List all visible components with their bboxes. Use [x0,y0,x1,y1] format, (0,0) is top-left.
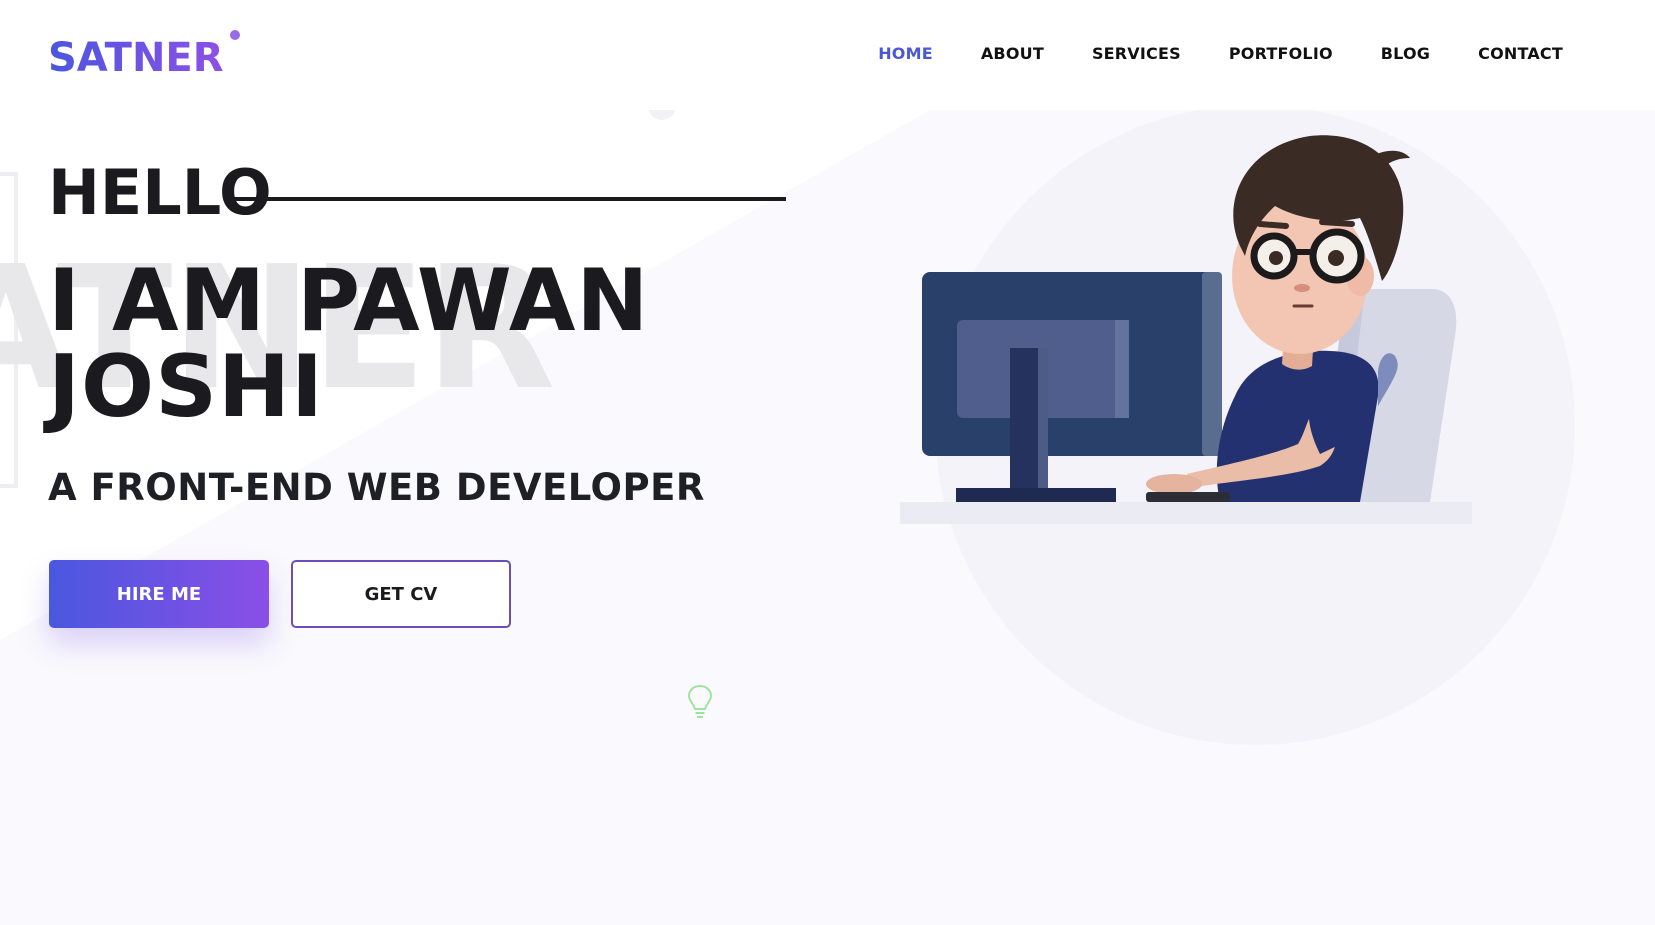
developer-illustration [900,135,1472,524]
lightbulb-icon [687,684,713,718]
nav-item-services[interactable]: SERVICES [1092,44,1181,63]
logo-dot-icon [230,30,240,40]
nav-item-contact[interactable]: CONTACT [1478,44,1563,63]
page: SATNER HOME ABOUT SERVICES PORTFOLIO BLO… [0,0,1655,925]
hero-name-line2: JOSHI [48,337,325,437]
hero-name: I AM PAWAN JOSHI [48,258,649,430]
greeting-underline [232,197,786,201]
nav-item-about[interactable]: ABOUT [981,44,1044,63]
main-nav: HOME ABOUT SERVICES PORTFOLIO BLOG CONTA… [878,44,1563,63]
nav-item-portfolio[interactable]: PORTFOLIO [1229,44,1333,63]
hero-role: A FRONT-END WEB DEVELOPER [48,466,705,509]
get-cv-button[interactable]: GET CV [291,560,511,628]
hero-name-line1: I AM PAWAN [48,251,650,351]
nav-item-blog[interactable]: BLOG [1381,44,1430,63]
desk [900,502,1472,524]
logo[interactable]: SATNER [48,36,224,80]
site-header: SATNER HOME ABOUT SERVICES PORTFOLIO BLO… [0,0,1655,110]
hero-greeting: HELLO [48,156,272,229]
hire-me-button[interactable]: HIRE ME [49,560,269,628]
nav-item-home[interactable]: HOME [878,44,933,63]
keyboard [1146,492,1230,502]
